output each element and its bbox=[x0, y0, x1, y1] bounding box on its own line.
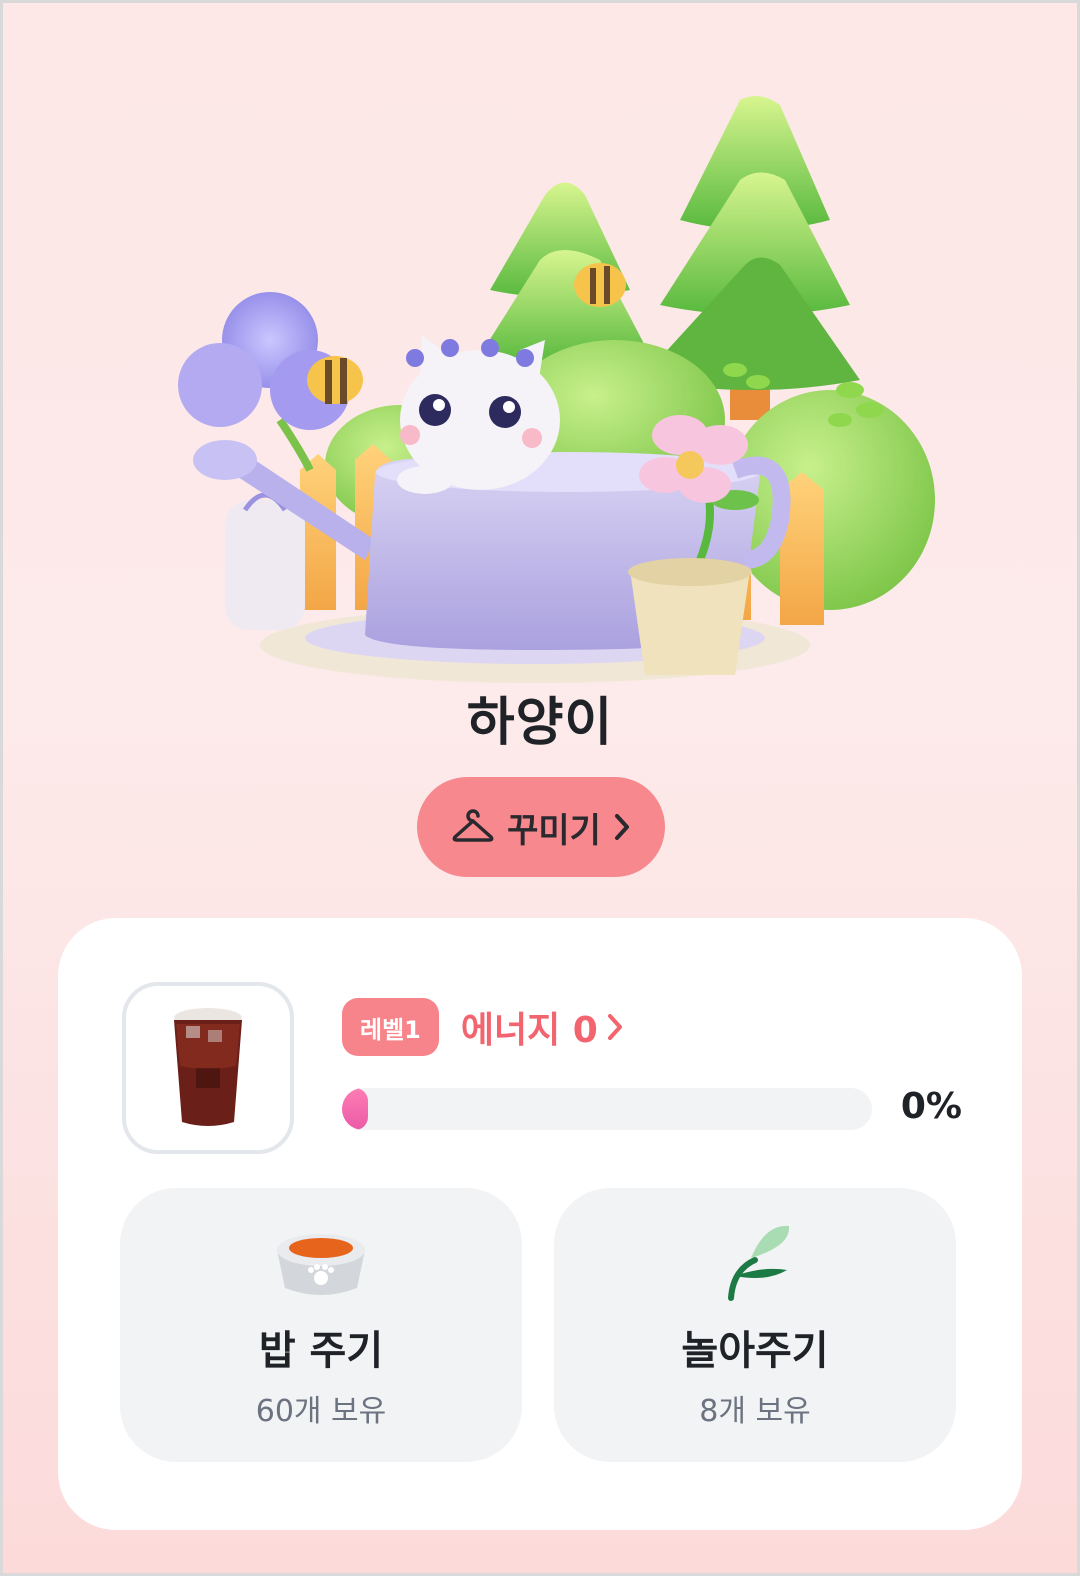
pet-status-card: 레벨1 에너지 0 0% 밥 주기 60개 보유 놀아주기 8개 보유 bbox=[58, 918, 1022, 1530]
bee-top bbox=[574, 263, 626, 307]
energy-link[interactable]: 에너지 0 bbox=[461, 1001, 624, 1053]
energy-progress-fill bbox=[342, 1088, 368, 1130]
hanger-icon bbox=[452, 809, 494, 842]
energy-progress-bar bbox=[342, 1088, 872, 1130]
chevron-right-icon bbox=[614, 814, 629, 840]
garden-scene bbox=[178, 96, 935, 683]
feed-title: 밥 주기 bbox=[258, 1328, 384, 1374]
leaf-toy-icon bbox=[728, 1225, 790, 1301]
chevron-right-icon bbox=[607, 1014, 622, 1040]
play-button[interactable]: 놀아주기 8개 보유 bbox=[554, 1188, 956, 1462]
feed-count: 60개 보유 bbox=[255, 1394, 387, 1429]
level-row: 레벨1 에너지 0 bbox=[342, 998, 624, 1056]
play-count: 8개 보유 bbox=[699, 1394, 811, 1429]
pet-name: 하양이 bbox=[466, 693, 614, 753]
iced-coffee-icon bbox=[174, 1008, 242, 1126]
decorate-button[interactable]: 꾸미기 bbox=[417, 777, 665, 877]
level-badge: 레벨1 bbox=[342, 998, 439, 1056]
feed-button[interactable]: 밥 주기 60개 보유 bbox=[120, 1188, 522, 1462]
milk-bottle bbox=[225, 492, 305, 630]
decorate-label: 꾸미기 bbox=[507, 810, 601, 851]
tree-left bbox=[480, 182, 650, 365]
item-thumbnail[interactable] bbox=[122, 982, 294, 1154]
pet-scene-illustration bbox=[160, 90, 950, 690]
energy-label: 에너지 0 bbox=[460, 1010, 598, 1051]
play-title: 놀아주기 bbox=[681, 1328, 829, 1374]
food-bowl-icon bbox=[277, 1234, 365, 1295]
energy-progress-percent: 0% bbox=[900, 1086, 962, 1127]
white-cat-character bbox=[397, 335, 560, 494]
bee-left bbox=[307, 356, 363, 404]
